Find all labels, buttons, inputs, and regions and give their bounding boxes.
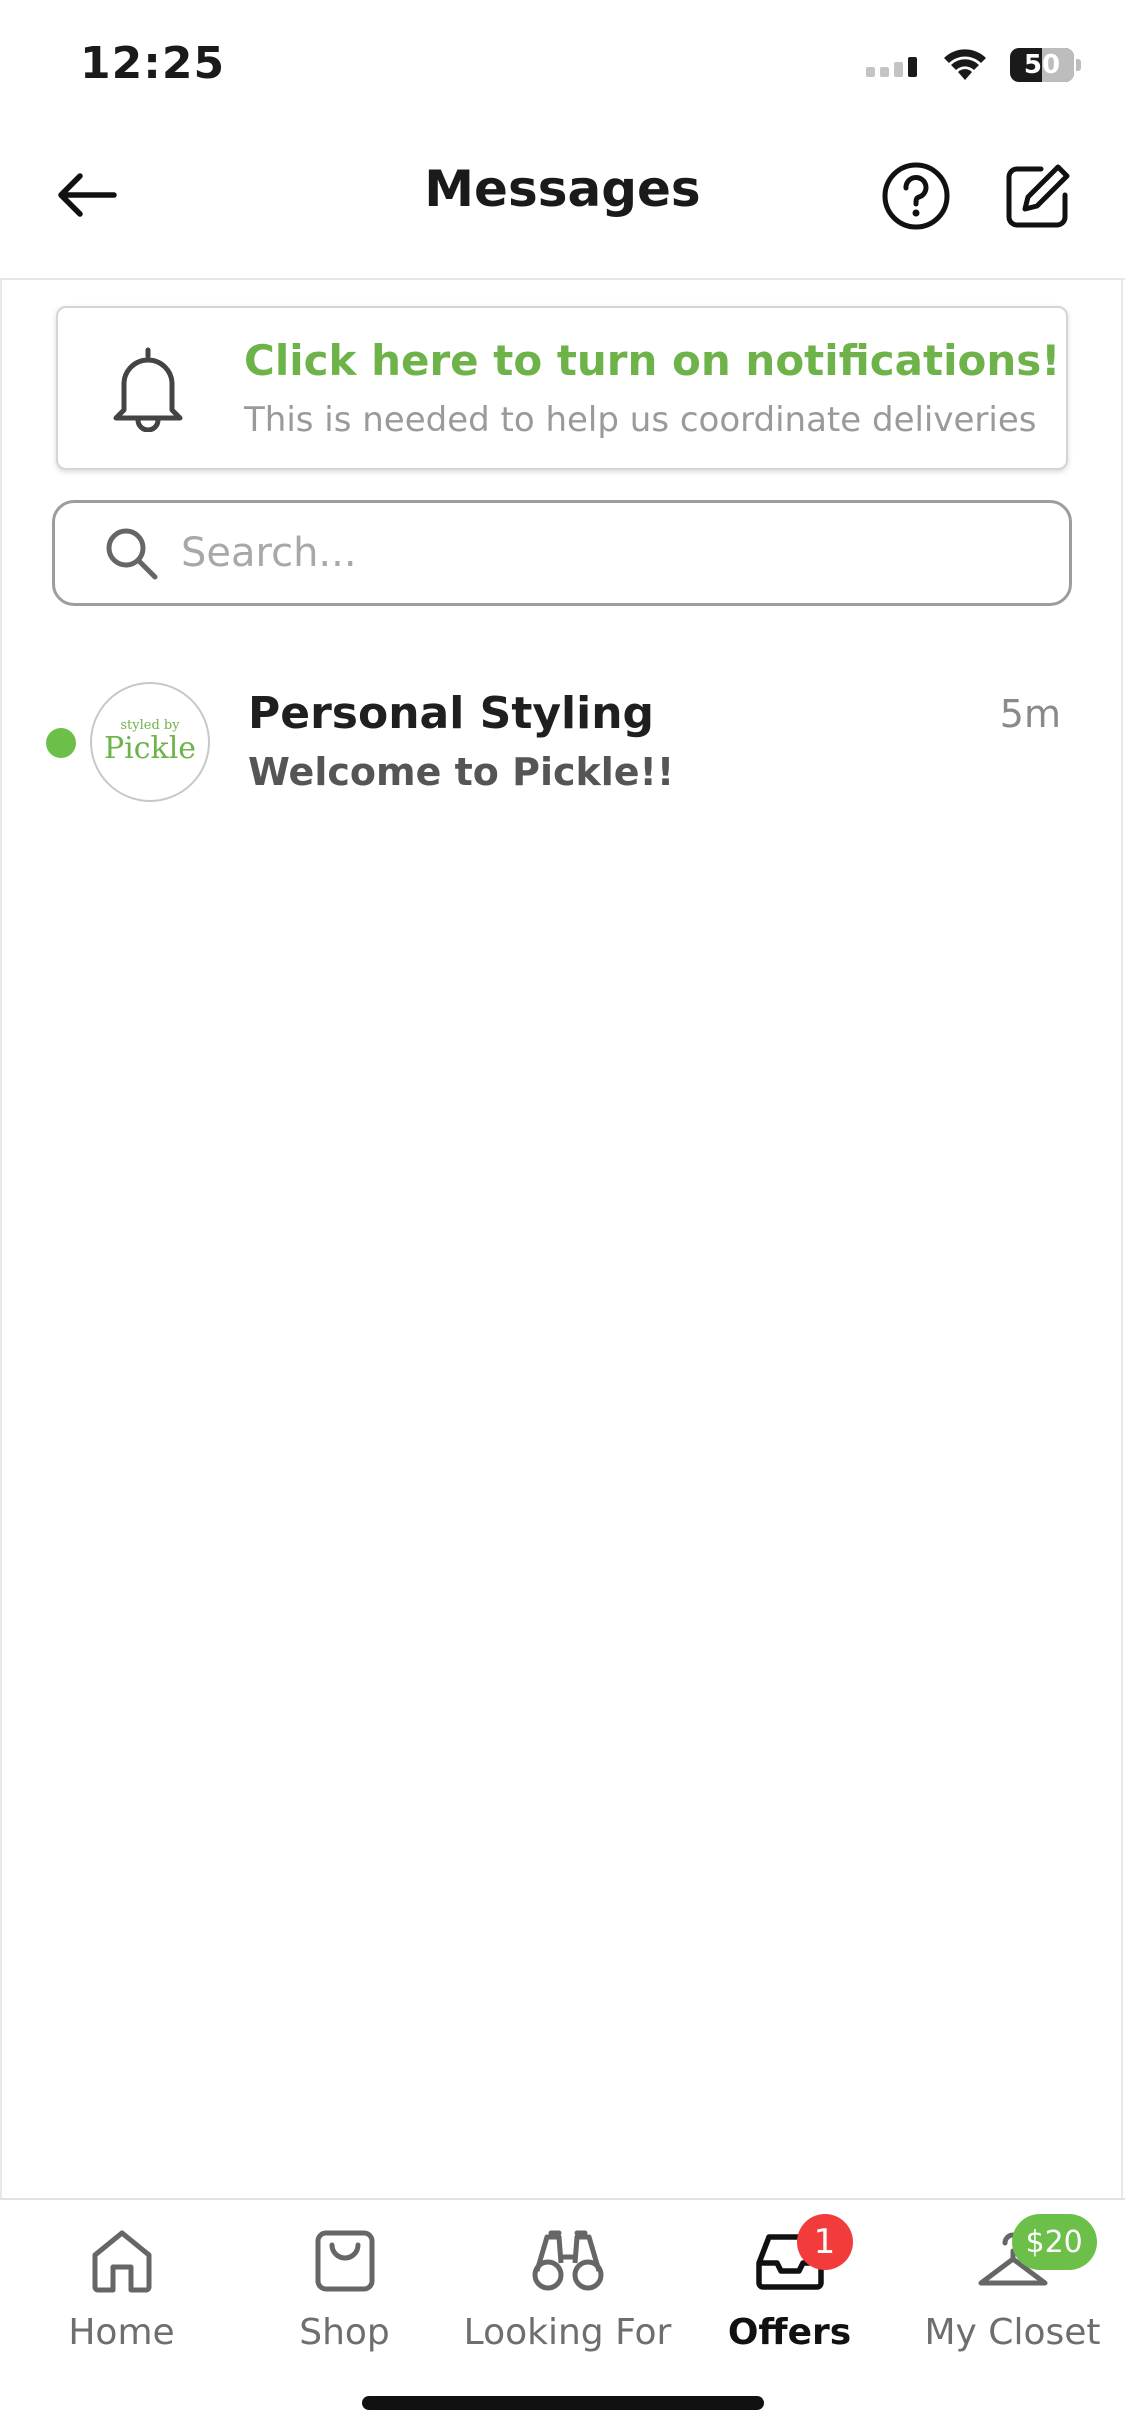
- search-box[interactable]: [52, 500, 1072, 606]
- offers-badge: 1: [796, 2214, 853, 2270]
- search-input[interactable]: [179, 529, 1043, 577]
- page-title: Messages: [424, 160, 701, 218]
- tab-label: Home: [68, 2312, 175, 2353]
- avatar: styled by Pickle: [90, 682, 210, 802]
- conversation-name: Personal Styling: [248, 688, 655, 739]
- tab-label: Offers: [727, 2312, 852, 2353]
- shopping-bag-icon: [315, 2230, 374, 2292]
- closet-credit-badge: $20: [1011, 2214, 1097, 2270]
- home-icon: [92, 2230, 151, 2293]
- bell-icon: [110, 344, 186, 436]
- conversation-preview: Welcome to Pickle!!: [248, 750, 675, 794]
- help-button[interactable]: [878, 158, 954, 234]
- tab-my-closet[interactable]: $20 My Closet: [900, 2214, 1125, 2370]
- tab-shop[interactable]: Shop: [232, 2220, 457, 2370]
- status-icons: 50: [866, 48, 1081, 82]
- avatar-logo-text: Pickle: [103, 731, 197, 766]
- tab-label: Looking For: [463, 2312, 672, 2353]
- tab-offers[interactable]: 1 Offers: [677, 2214, 902, 2370]
- home-indicator: [362, 2396, 764, 2410]
- battery-percent: 50: [1023, 50, 1061, 80]
- battery-indicator: 50: [1010, 48, 1081, 82]
- tab-label: Shop: [299, 2312, 390, 2353]
- binoculars-icon: [532, 2230, 603, 2291]
- tab-home[interactable]: Home: [9, 2220, 234, 2370]
- cellular-signal-icon: [866, 57, 917, 77]
- tab-looking-for[interactable]: Looking For: [455, 2220, 680, 2370]
- notification-subtitle: This is needed to help us coordinate del…: [244, 400, 1037, 440]
- search-icon: [106, 528, 158, 580]
- conversation-row[interactable]: styled by Pickle Personal Styling 5m Wel…: [0, 670, 1125, 820]
- conversation-time: 5m: [999, 692, 1061, 736]
- compose-icon: [1006, 164, 1070, 228]
- wifi-icon: [944, 49, 986, 80]
- tab-label: My Closet: [924, 2312, 1101, 2353]
- notification-title: Click here to turn on notifications!: [244, 336, 1061, 385]
- compose-button[interactable]: [1000, 158, 1076, 234]
- notification-banner[interactable]: Click here to turn on notifications! Thi…: [56, 306, 1068, 470]
- question-circle-icon: [882, 162, 950, 230]
- unread-indicator: [46, 728, 76, 758]
- status-time: 12:25: [80, 38, 226, 89]
